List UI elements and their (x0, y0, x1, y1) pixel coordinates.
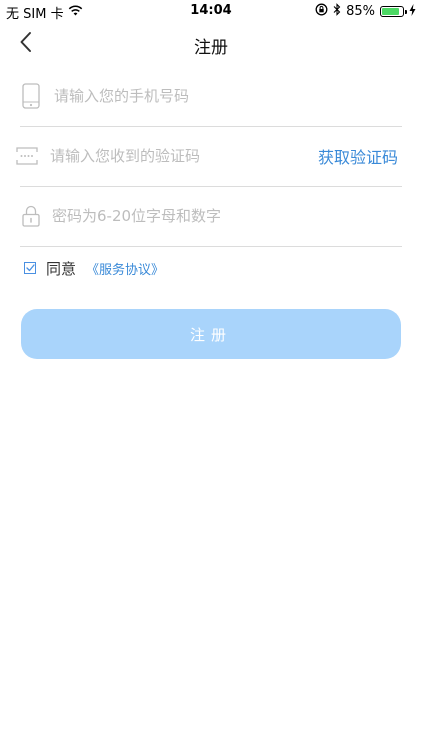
bluetooth-icon (333, 3, 341, 20)
battery-percent: 85% (346, 4, 375, 19)
code-field-row: 获取验证码 (16, 126, 402, 187)
phone-input[interactable] (54, 66, 384, 126)
sms-code-icon (16, 147, 38, 165)
phone-icon (22, 83, 40, 109)
register-button-label: 注册 (189, 325, 232, 344)
agree-label: 同意 (46, 259, 77, 278)
service-agreement-link[interactable]: 《服务协议》 (86, 259, 164, 278)
agree-checkbox[interactable] (24, 262, 36, 274)
agreement-row: 同意 《服务协议》 (24, 258, 164, 278)
nav-bar: 注册 (0, 22, 422, 66)
status-bar-right: 85% (315, 3, 416, 20)
battery-level (382, 8, 399, 15)
password-input[interactable] (52, 186, 382, 246)
password-field-row (20, 186, 402, 247)
battery-icon (380, 6, 407, 17)
battery-cap (405, 10, 407, 14)
status-bar: 无 SIM 卡 14:04 85% (0, 0, 422, 22)
get-code-button[interactable]: 获取验证码 (318, 144, 398, 168)
page-title: 注册 (194, 38, 228, 58)
register-button[interactable]: 注册 (21, 309, 401, 359)
code-input[interactable] (50, 126, 280, 186)
orientation-lock-icon (315, 3, 328, 20)
checkmark-icon (25, 264, 35, 272)
phone-field-row (20, 66, 402, 127)
charging-icon (409, 3, 416, 20)
lock-icon (22, 205, 40, 227)
